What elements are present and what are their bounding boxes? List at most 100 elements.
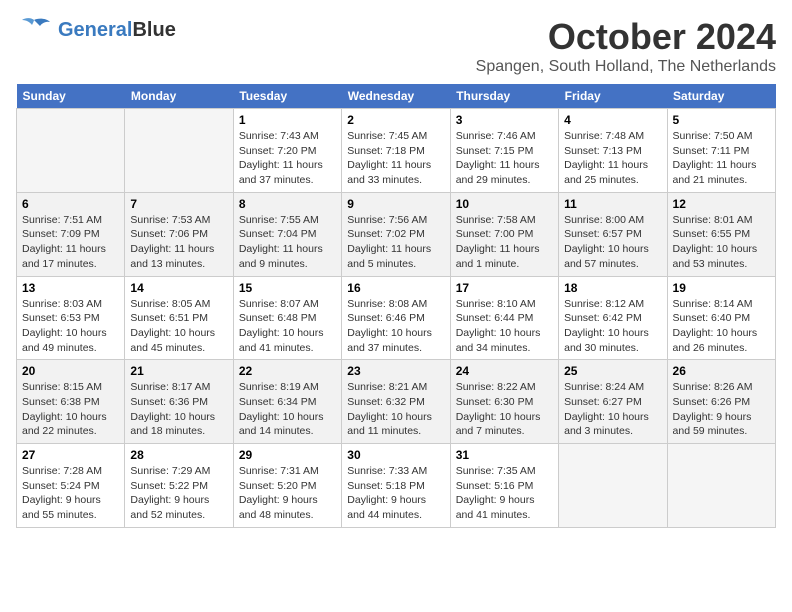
day-number: 24 [456,364,553,378]
calendar-cell: 19 Sunrise: 8:14 AM Sunset: 6:40 PM Dayli… [667,276,775,360]
calendar-cell: 25 Sunrise: 8:24 AM Sunset: 6:27 PM Dayli… [559,360,667,444]
calendar-week-5: 27 Sunrise: 7:28 AM Sunset: 5:24 PM Dayli… [17,444,776,528]
calendar-cell: 4 Sunrise: 7:48 AM Sunset: 7:13 PM Daylig… [559,109,667,193]
calendar-week-2: 6 Sunrise: 7:51 AM Sunset: 7:09 PM Daylig… [17,192,776,276]
day-info: Sunrise: 7:53 AM Sunset: 7:06 PM Dayligh… [130,213,227,272]
calendar-cell: 17Sunrise: 8:10 AM Sunset: 6:44 PM Dayli… [450,276,558,360]
day-info: Sunrise: 7:35 AM Sunset: 5:16 PM Dayligh… [456,464,553,523]
day-info: Sunrise: 7:51 AM Sunset: 7:09 PM Dayligh… [22,213,119,272]
calendar-cell: 9 Sunrise: 7:56 AM Sunset: 7:02 PM Daylig… [342,192,450,276]
calendar-cell: 29 Sunrise: 7:31 AM Sunset: 5:20 PM Dayli… [233,444,341,528]
day-info: Sunrise: 7:28 AM Sunset: 5:24 PM Dayligh… [22,464,119,523]
day-info: Sunrise: 8:14 AM Sunset: 6:40 PM Dayligh… [673,297,770,356]
calendar-cell: 11Sunrise: 8:00 AM Sunset: 6:57 PM Dayli… [559,192,667,276]
day-info: Sunrise: 7:56 AM Sunset: 7:02 PM Dayligh… [347,213,444,272]
calendar-week-1: 1 Sunrise: 7:43 AM Sunset: 7:20 PM Daylig… [17,109,776,193]
calendar-cell: 14 Sunrise: 8:05 AM Sunset: 6:51 PM Dayli… [125,276,233,360]
day-number: 30 [347,448,444,462]
page-header: GeneralBlue October 2024 Spangen, South … [16,16,776,76]
calendar-cell: 5 Sunrise: 7:50 AM Sunset: 7:11 PM Daylig… [667,109,775,193]
day-info: Sunrise: 7:29 AM Sunset: 5:22 PM Dayligh… [130,464,227,523]
calendar-cell: 7Sunrise: 7:53 AM Sunset: 7:06 PM Daylig… [125,192,233,276]
day-info: Sunrise: 7:43 AM Sunset: 7:20 PM Dayligh… [239,129,336,188]
calendar-week-4: 20Sunrise: 8:15 AM Sunset: 6:38 PM Dayli… [17,360,776,444]
calendar-cell: 31 Sunrise: 7:35 AM Sunset: 5:16 PM Dayli… [450,444,558,528]
calendar-cell [559,444,667,528]
day-number: 3 [456,113,553,127]
calendar-cell: 13 Sunrise: 8:03 AM Sunset: 6:53 PM Dayli… [17,276,125,360]
calendar-cell: 15Sunrise: 8:07 AM Sunset: 6:48 PM Dayli… [233,276,341,360]
day-number: 9 [347,197,444,211]
day-info: Sunrise: 8:08 AM Sunset: 6:46 PM Dayligh… [347,297,444,356]
day-number: 22 [239,364,336,378]
day-number: 2 [347,113,444,127]
day-number: 5 [673,113,770,127]
day-info: Sunrise: 7:31 AM Sunset: 5:20 PM Dayligh… [239,464,336,523]
day-info: Sunrise: 8:05 AM Sunset: 6:51 PM Dayligh… [130,297,227,356]
weekday-header-thursday: Thursday [450,84,558,109]
calendar-cell: 16Sunrise: 8:08 AM Sunset: 6:46 PM Dayli… [342,276,450,360]
logo-general: GeneralBlue [58,19,176,41]
day-info: Sunrise: 8:21 AM Sunset: 6:32 PM Dayligh… [347,380,444,439]
calendar-cell: 6 Sunrise: 7:51 AM Sunset: 7:09 PM Daylig… [17,192,125,276]
day-number: 6 [22,197,119,211]
day-number: 31 [456,448,553,462]
calendar-cell [125,109,233,193]
day-number: 20 [22,364,119,378]
day-number: 12 [673,197,770,211]
calendar-cell: 3Sunrise: 7:46 AM Sunset: 7:15 PM Daylig… [450,109,558,193]
day-number: 28 [130,448,227,462]
day-number: 27 [22,448,119,462]
day-number: 23 [347,364,444,378]
day-info: Sunrise: 8:12 AM Sunset: 6:42 PM Dayligh… [564,297,661,356]
weekday-header-monday: Monday [125,84,233,109]
day-info: Sunrise: 7:48 AM Sunset: 7:13 PM Dayligh… [564,129,661,188]
day-info: Sunrise: 7:55 AM Sunset: 7:04 PM Dayligh… [239,213,336,272]
day-info: Sunrise: 8:10 AM Sunset: 6:44 PM Dayligh… [456,297,553,356]
calendar-cell: 22 Sunrise: 8:19 AM Sunset: 6:34 PM Dayli… [233,360,341,444]
day-number: 13 [22,281,119,295]
weekday-header-saturday: Saturday [667,84,775,109]
month-title: October 2024 [476,16,776,58]
calendar-cell: 28 Sunrise: 7:29 AM Sunset: 5:22 PM Dayli… [125,444,233,528]
day-info: Sunrise: 8:19 AM Sunset: 6:34 PM Dayligh… [239,380,336,439]
day-number: 1 [239,113,336,127]
logo: GeneralBlue [16,16,176,44]
calendar-cell: 21 Sunrise: 8:17 AM Sunset: 6:36 PM Dayli… [125,360,233,444]
title-block: October 2024 Spangen, South Holland, The… [476,16,776,76]
day-number: 29 [239,448,336,462]
logo-bird-icon [16,16,52,44]
calendar-cell: 24 Sunrise: 8:22 AM Sunset: 6:30 PM Dayli… [450,360,558,444]
day-info: Sunrise: 8:22 AM Sunset: 6:30 PM Dayligh… [456,380,553,439]
day-number: 19 [673,281,770,295]
calendar-cell: 20Sunrise: 8:15 AM Sunset: 6:38 PM Dayli… [17,360,125,444]
day-info: Sunrise: 8:24 AM Sunset: 6:27 PM Dayligh… [564,380,661,439]
day-info: Sunrise: 8:01 AM Sunset: 6:55 PM Dayligh… [673,213,770,272]
day-number: 25 [564,364,661,378]
day-info: Sunrise: 7:33 AM Sunset: 5:18 PM Dayligh… [347,464,444,523]
day-info: Sunrise: 7:58 AM Sunset: 7:00 PM Dayligh… [456,213,553,272]
calendar-cell: 27 Sunrise: 7:28 AM Sunset: 5:24 PM Dayli… [17,444,125,528]
weekday-header-sunday: Sunday [17,84,125,109]
calendar-cell: 30 Sunrise: 7:33 AM Sunset: 5:18 PM Dayli… [342,444,450,528]
day-info: Sunrise: 8:03 AM Sunset: 6:53 PM Dayligh… [22,297,119,356]
calendar-cell: 1 Sunrise: 7:43 AM Sunset: 7:20 PM Daylig… [233,109,341,193]
calendar-cell: 10 Sunrise: 7:58 AM Sunset: 7:00 PM Dayli… [450,192,558,276]
day-info: Sunrise: 8:17 AM Sunset: 6:36 PM Dayligh… [130,380,227,439]
day-number: 14 [130,281,227,295]
calendar-table: SundayMondayTuesdayWednesdayThursdayFrid… [16,84,776,528]
day-number: 4 [564,113,661,127]
day-info: Sunrise: 8:07 AM Sunset: 6:48 PM Dayligh… [239,297,336,356]
weekday-header-tuesday: Tuesday [233,84,341,109]
day-info: Sunrise: 7:50 AM Sunset: 7:11 PM Dayligh… [673,129,770,188]
weekday-header-wednesday: Wednesday [342,84,450,109]
calendar-cell: 12 Sunrise: 8:01 AM Sunset: 6:55 PM Dayli… [667,192,775,276]
day-info: Sunrise: 8:00 AM Sunset: 6:57 PM Dayligh… [564,213,661,272]
calendar-week-3: 13 Sunrise: 8:03 AM Sunset: 6:53 PM Dayli… [17,276,776,360]
calendar-cell: 2Sunrise: 7:45 AM Sunset: 7:18 PM Daylig… [342,109,450,193]
day-number: 8 [239,197,336,211]
day-number: 10 [456,197,553,211]
day-number: 21 [130,364,227,378]
calendar-cell: 8 Sunrise: 7:55 AM Sunset: 7:04 PM Daylig… [233,192,341,276]
calendar-cell: 26Sunrise: 8:26 AM Sunset: 6:26 PM Dayli… [667,360,775,444]
